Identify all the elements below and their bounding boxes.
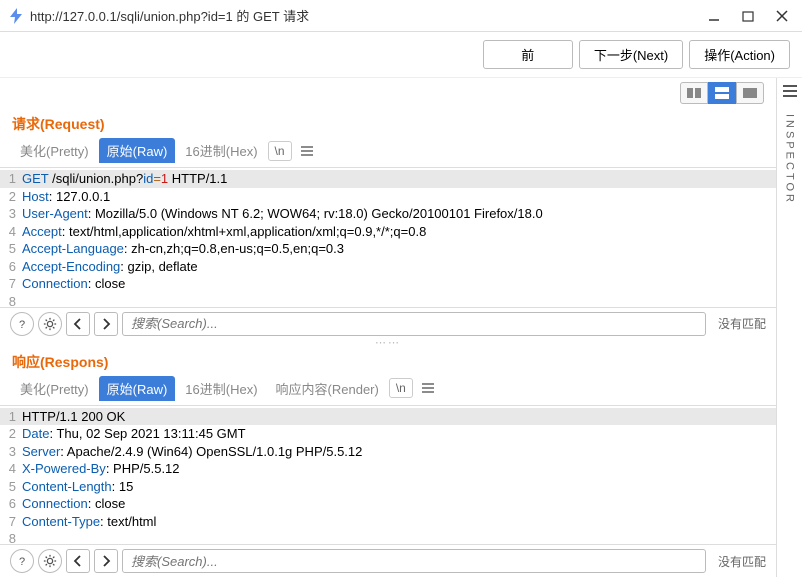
inspector-label[interactable]: INSPECTOR <box>784 114 796 205</box>
tab-pretty[interactable]: 美化(Pretty) <box>12 138 97 163</box>
app-icon <box>8 8 24 24</box>
request-tabs: 美化(Pretty) 原始(Raw) 16进制(Hex) \n <box>0 138 776 168</box>
tab-render[interactable]: 响应内容(Render) <box>268 376 387 401</box>
gear-icon[interactable] <box>38 549 62 573</box>
response-tabs: 美化(Pretty) 原始(Raw) 16进制(Hex) 响应内容(Render… <box>0 376 776 406</box>
tab-raw[interactable]: 原始(Raw) <box>99 376 176 401</box>
response-search-input[interactable] <box>122 549 706 573</box>
gear-icon[interactable] <box>38 312 62 336</box>
window-buttons <box>708 10 788 22</box>
minimize-button[interactable] <box>708 10 720 22</box>
svg-text:?: ? <box>19 319 25 331</box>
maximize-button[interactable] <box>742 10 754 22</box>
view-rows-button[interactable] <box>708 82 736 104</box>
action-button[interactable]: 操作(Action) <box>689 40 790 69</box>
back-button[interactable]: 前 <box>483 40 573 69</box>
response-body[interactable]: 1HTTP/1.1 200 OK 2Date: Thu, 02 Sep 2021… <box>0 406 776 545</box>
menu-icon[interactable] <box>415 380 441 396</box>
request-body[interactable]: 1GET /sqli/union.php?id=1 HTTP/1.1 2Host… <box>0 168 776 307</box>
tab-pretty[interactable]: 美化(Pretty) <box>12 376 97 401</box>
sidebar-menu-icon[interactable] <box>782 84 798 98</box>
tab-hex[interactable]: 16进制(Hex) <box>177 138 265 163</box>
inspector-sidebar: INSPECTOR <box>776 78 802 577</box>
request-title: 请求(Request) <box>0 108 776 138</box>
tab-raw[interactable]: 原始(Raw) <box>99 138 176 163</box>
tab-hex[interactable]: 16进制(Hex) <box>177 376 265 401</box>
prev-icon[interactable] <box>66 312 90 336</box>
view-toggle <box>0 78 776 108</box>
newline-toggle[interactable]: \n <box>268 141 292 161</box>
no-match-label: 没有匹配 <box>710 315 766 332</box>
help-icon[interactable]: ? <box>10 549 34 573</box>
next-icon[interactable] <box>94 549 118 573</box>
next-button[interactable]: 下一步(Next) <box>579 40 683 69</box>
next-icon[interactable] <box>94 312 118 336</box>
view-columns-button[interactable] <box>680 82 708 104</box>
svg-text:?: ? <box>19 556 25 568</box>
help-icon[interactable]: ? <box>10 312 34 336</box>
response-section: 响应(Respons) 美化(Pretty) 原始(Raw) 16进制(Hex)… <box>0 346 776 577</box>
response-title: 响应(Respons) <box>0 346 776 376</box>
menu-icon[interactable] <box>294 143 320 159</box>
view-single-button[interactable] <box>736 82 764 104</box>
no-match-label: 没有匹配 <box>710 553 766 570</box>
action-bar: 前 下一步(Next) 操作(Action) <box>0 32 802 78</box>
request-section: 请求(Request) 美化(Pretty) 原始(Raw) 16进制(Hex)… <box>0 108 776 340</box>
close-button[interactable] <box>776 10 788 22</box>
request-search-input[interactable] <box>122 312 706 336</box>
response-footer: ? 没有匹配 <box>0 544 776 577</box>
window-title: http://127.0.0.1/sqli/union.php?id=1 的 G… <box>30 6 708 25</box>
prev-icon[interactable] <box>66 549 90 573</box>
titlebar: http://127.0.0.1/sqli/union.php?id=1 的 G… <box>0 0 802 32</box>
request-footer: ? 没有匹配 <box>0 307 776 340</box>
newline-toggle[interactable]: \n <box>389 378 413 398</box>
